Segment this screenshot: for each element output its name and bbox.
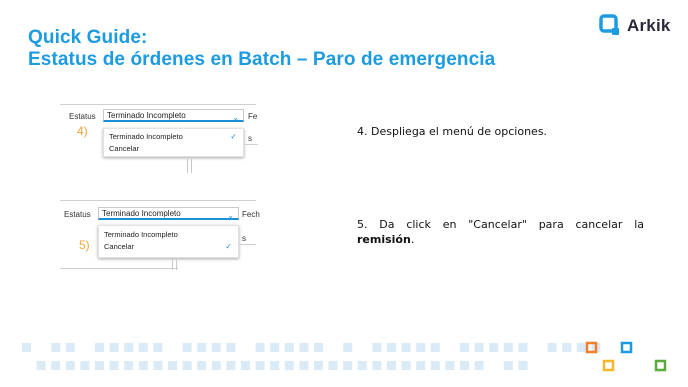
deco-square	[518, 343, 528, 352]
deco-square	[22, 343, 31, 352]
deco-square	[518, 361, 528, 370]
deco-square	[372, 343, 382, 352]
deco-square	[124, 343, 134, 352]
deco-square	[124, 361, 134, 370]
deco-square	[153, 343, 163, 352]
deco-square	[387, 343, 396, 352]
deco-square	[36, 361, 46, 370]
deco-square	[314, 361, 323, 370]
deco-square	[241, 361, 250, 370]
deco-square	[182, 343, 192, 352]
deco-square	[562, 343, 572, 352]
deco-square	[226, 361, 236, 370]
deco-square	[503, 361, 513, 370]
deco-square	[328, 361, 338, 370]
deco-square	[270, 343, 280, 352]
deco-square	[299, 361, 309, 370]
deco-square	[445, 361, 455, 370]
deco-square	[51, 343, 61, 352]
deco-square	[80, 361, 90, 370]
deco-square	[211, 343, 221, 352]
accent-square-yellow	[602, 359, 615, 372]
deco-square	[168, 361, 177, 370]
accent-square-green	[654, 359, 667, 372]
deco-square	[460, 343, 469, 352]
deco-square	[95, 361, 104, 370]
deco-square	[343, 343, 353, 352]
deco-square	[503, 343, 513, 352]
deco-square	[357, 361, 367, 370]
deco-square	[138, 361, 148, 370]
deco-square	[401, 343, 411, 352]
deco-square	[343, 361, 353, 370]
deco-square	[474, 343, 484, 352]
deco-square	[401, 361, 411, 370]
deco-square	[547, 343, 557, 352]
deco-square	[284, 361, 294, 370]
deco-square	[416, 343, 426, 352]
deco-square	[255, 361, 265, 370]
deco-square	[109, 361, 119, 370]
deco-square	[416, 361, 426, 370]
deco-square	[255, 343, 265, 352]
deco-square	[51, 361, 61, 370]
deco-square	[387, 361, 396, 370]
deco-square	[153, 361, 163, 370]
deco-square	[299, 343, 309, 352]
deco-square	[270, 361, 280, 370]
deco-square	[197, 343, 207, 352]
accent-square-blue	[620, 341, 633, 354]
deco-square	[314, 343, 323, 352]
deco-square	[284, 343, 294, 352]
deco-square	[430, 343, 440, 352]
deco-square	[372, 361, 382, 370]
deco-square	[182, 361, 192, 370]
deco-square	[576, 343, 586, 352]
deco-square	[474, 361, 484, 370]
deco-square	[430, 361, 440, 370]
deco-square	[138, 343, 148, 352]
deco-square	[460, 361, 469, 370]
deco-square	[211, 361, 221, 370]
decorative-square-pattern	[22, 341, 667, 372]
deco-square	[65, 361, 75, 370]
deco-square	[109, 343, 119, 352]
deco-square	[65, 343, 75, 352]
deco-square	[197, 361, 207, 370]
deco-square	[95, 343, 104, 352]
deco-square	[226, 343, 236, 352]
deco-square	[489, 343, 499, 352]
